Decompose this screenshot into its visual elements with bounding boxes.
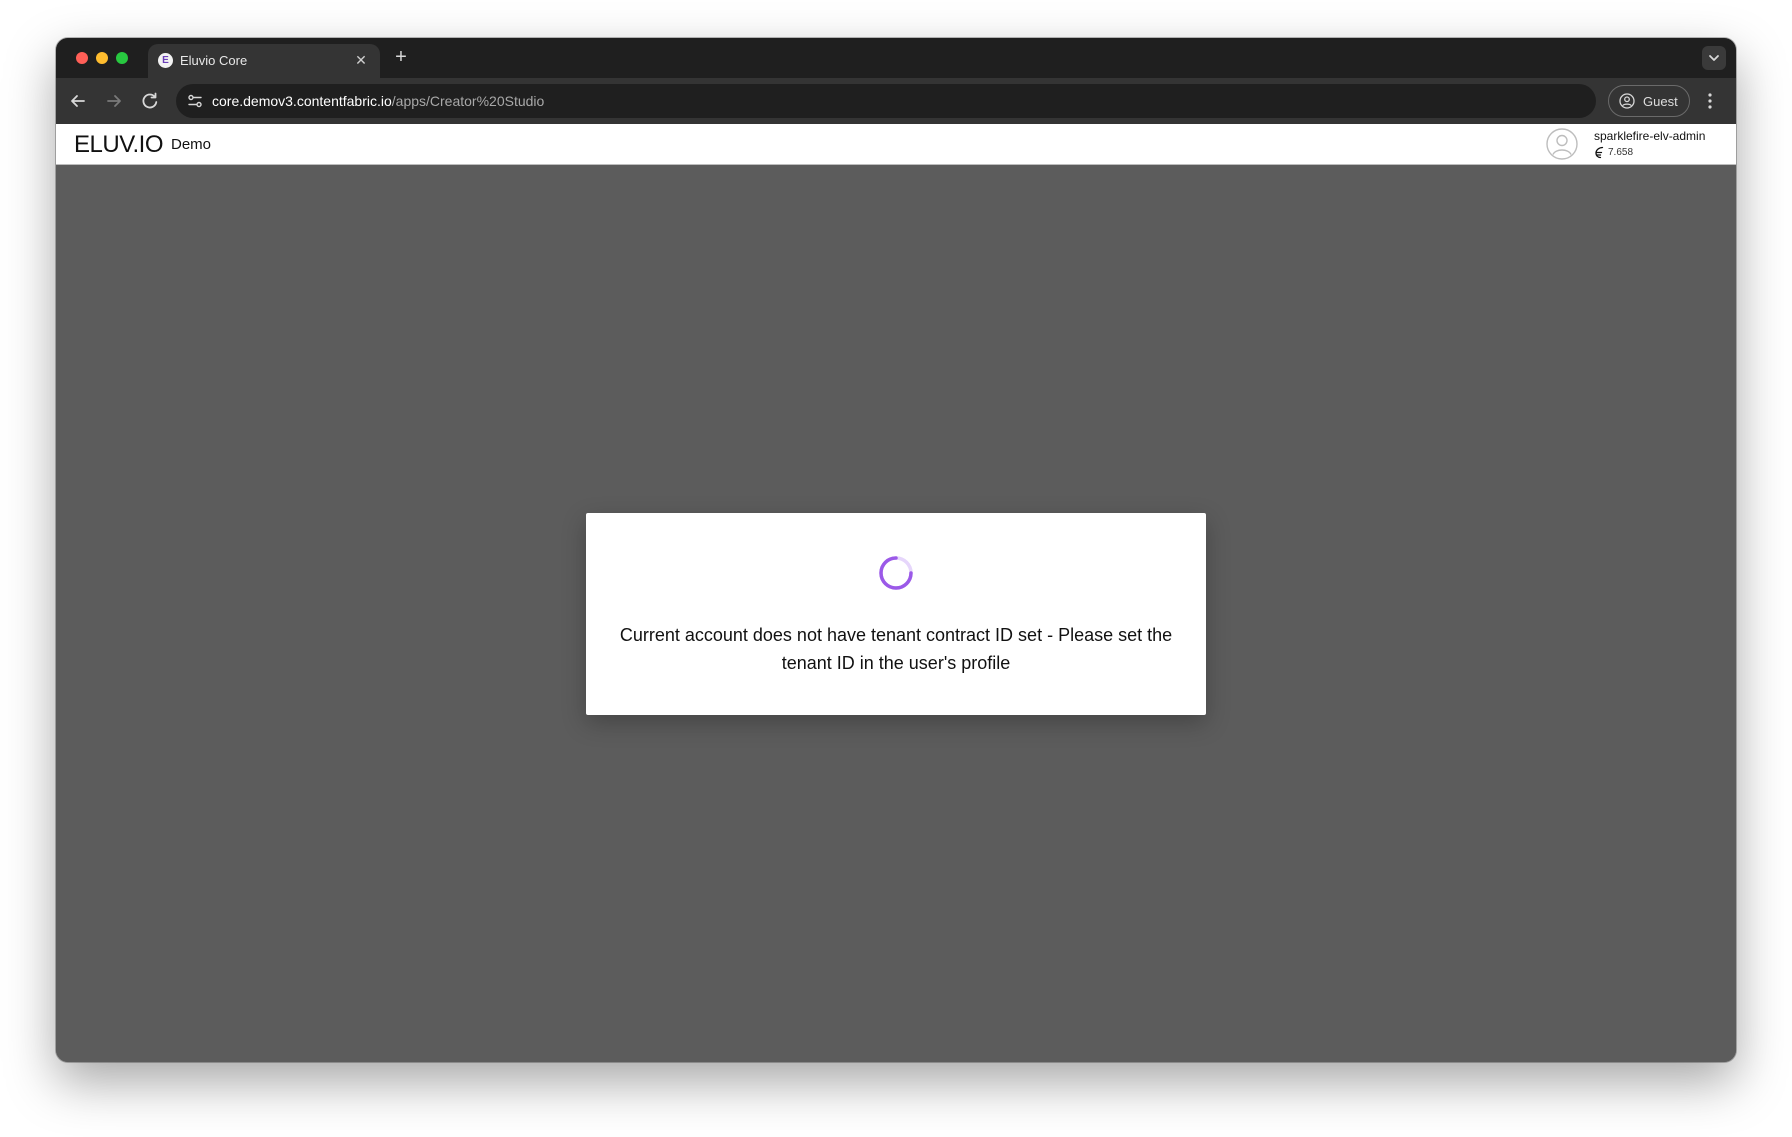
person-circle-icon	[1619, 93, 1635, 109]
site-info-button[interactable]	[186, 92, 204, 110]
profile-label: Guest	[1643, 94, 1678, 109]
reload-button[interactable]	[138, 89, 162, 113]
url-host: core.demov3.contentfabric.io	[212, 93, 392, 109]
browser-toolbar: core.demov3.contentfabric.io/apps/Creato…	[56, 78, 1736, 124]
kebab-menu-icon	[1708, 93, 1712, 109]
tune-icon	[188, 94, 202, 108]
browser-menu-button[interactable]	[1700, 90, 1720, 112]
back-button[interactable]	[66, 89, 90, 113]
user-avatar-icon	[1546, 128, 1578, 160]
tab-strip: E Eluvio Core ✕ +	[56, 38, 1736, 78]
browser-tab-eluvio-core[interactable]: E Eluvio Core ✕	[148, 44, 380, 78]
error-message: Current account does not have tenant con…	[619, 625, 1173, 673]
app-header: ELUV.IO Demo sparklefire-elv-admin 7.658	[56, 124, 1736, 165]
eluvio-favicon-icon: E	[158, 53, 173, 68]
browser-window: E Eluvio Core ✕ + core.demov3.contentfab…	[56, 38, 1736, 1062]
new-tab-button[interactable]: +	[390, 47, 412, 69]
fabric-token-icon	[1595, 146, 1604, 158]
main-content: Current account does not have tenant con…	[56, 165, 1736, 1062]
url-path: /apps/Creator%20Studio	[391, 93, 545, 109]
balance-value: 7.658	[1608, 146, 1634, 158]
loading-spinner-icon	[879, 556, 913, 590]
address-bar[interactable]: core.demov3.contentfabric.io/apps/Creato…	[176, 84, 1596, 118]
arrow-left-icon	[71, 95, 85, 107]
url-text[interactable]: core.demov3.contentfabric.io/apps/Creato…	[212, 93, 544, 109]
zoom-window-button[interactable]	[116, 52, 128, 64]
close-window-button[interactable]	[76, 52, 88, 64]
eluvio-logo[interactable]: ELUV.IO	[74, 131, 164, 159]
chevron-down-icon	[1709, 55, 1719, 61]
tab-title: Eluvio Core	[180, 53, 248, 68]
tab-close-button[interactable]: ✕	[352, 51, 370, 69]
environment-label: Demo	[171, 136, 212, 153]
account-avatar[interactable]	[1546, 128, 1578, 160]
error-modal: Current account does not have tenant con…	[586, 513, 1206, 715]
forward-button[interactable]	[102, 89, 126, 113]
minimize-window-button[interactable]	[96, 52, 108, 64]
profile-button[interactable]: Guest	[1608, 85, 1690, 117]
arrow-right-icon	[107, 95, 121, 107]
account-balance: 7.658	[1594, 145, 1633, 159]
reload-icon	[142, 92, 158, 109]
account-name[interactable]: sparklefire-elv-admin	[1594, 129, 1705, 143]
tab-search-button[interactable]	[1702, 46, 1726, 70]
